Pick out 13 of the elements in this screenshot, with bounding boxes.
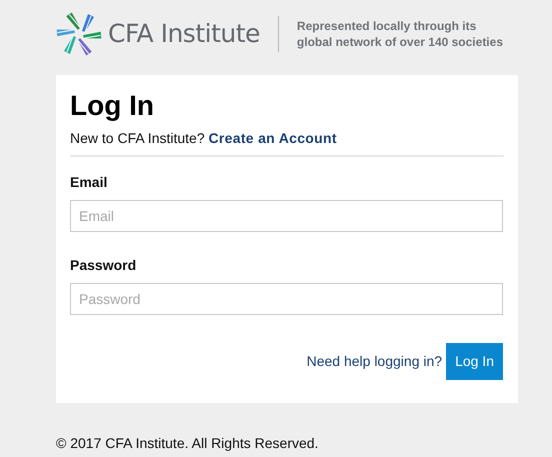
tagline: Represented locally through its global network of over 140 societies	[296, 18, 503, 50]
signup-prompt: New to CFA Institute?	[70, 130, 205, 146]
field-label: Email	[70, 173, 108, 191]
input-field[interactable]: Password	[70, 283, 503, 315]
create-account-link[interactable]: Create an Account	[208, 130, 337, 146]
login-button[interactable]: Log In	[446, 343, 503, 380]
help-link[interactable]: Need help logging in?	[306, 351, 442, 372]
login-title: Log In	[70, 89, 155, 123]
field-label: Password	[70, 256, 138, 274]
brand-name: CFA Institute	[108, 18, 260, 50]
starburst-logo-icon	[56, 12, 102, 56]
copyright: © 2017 CFA Institute. All Rights Reserved.	[56, 434, 320, 453]
input-field[interactable]: Email	[70, 200, 503, 232]
